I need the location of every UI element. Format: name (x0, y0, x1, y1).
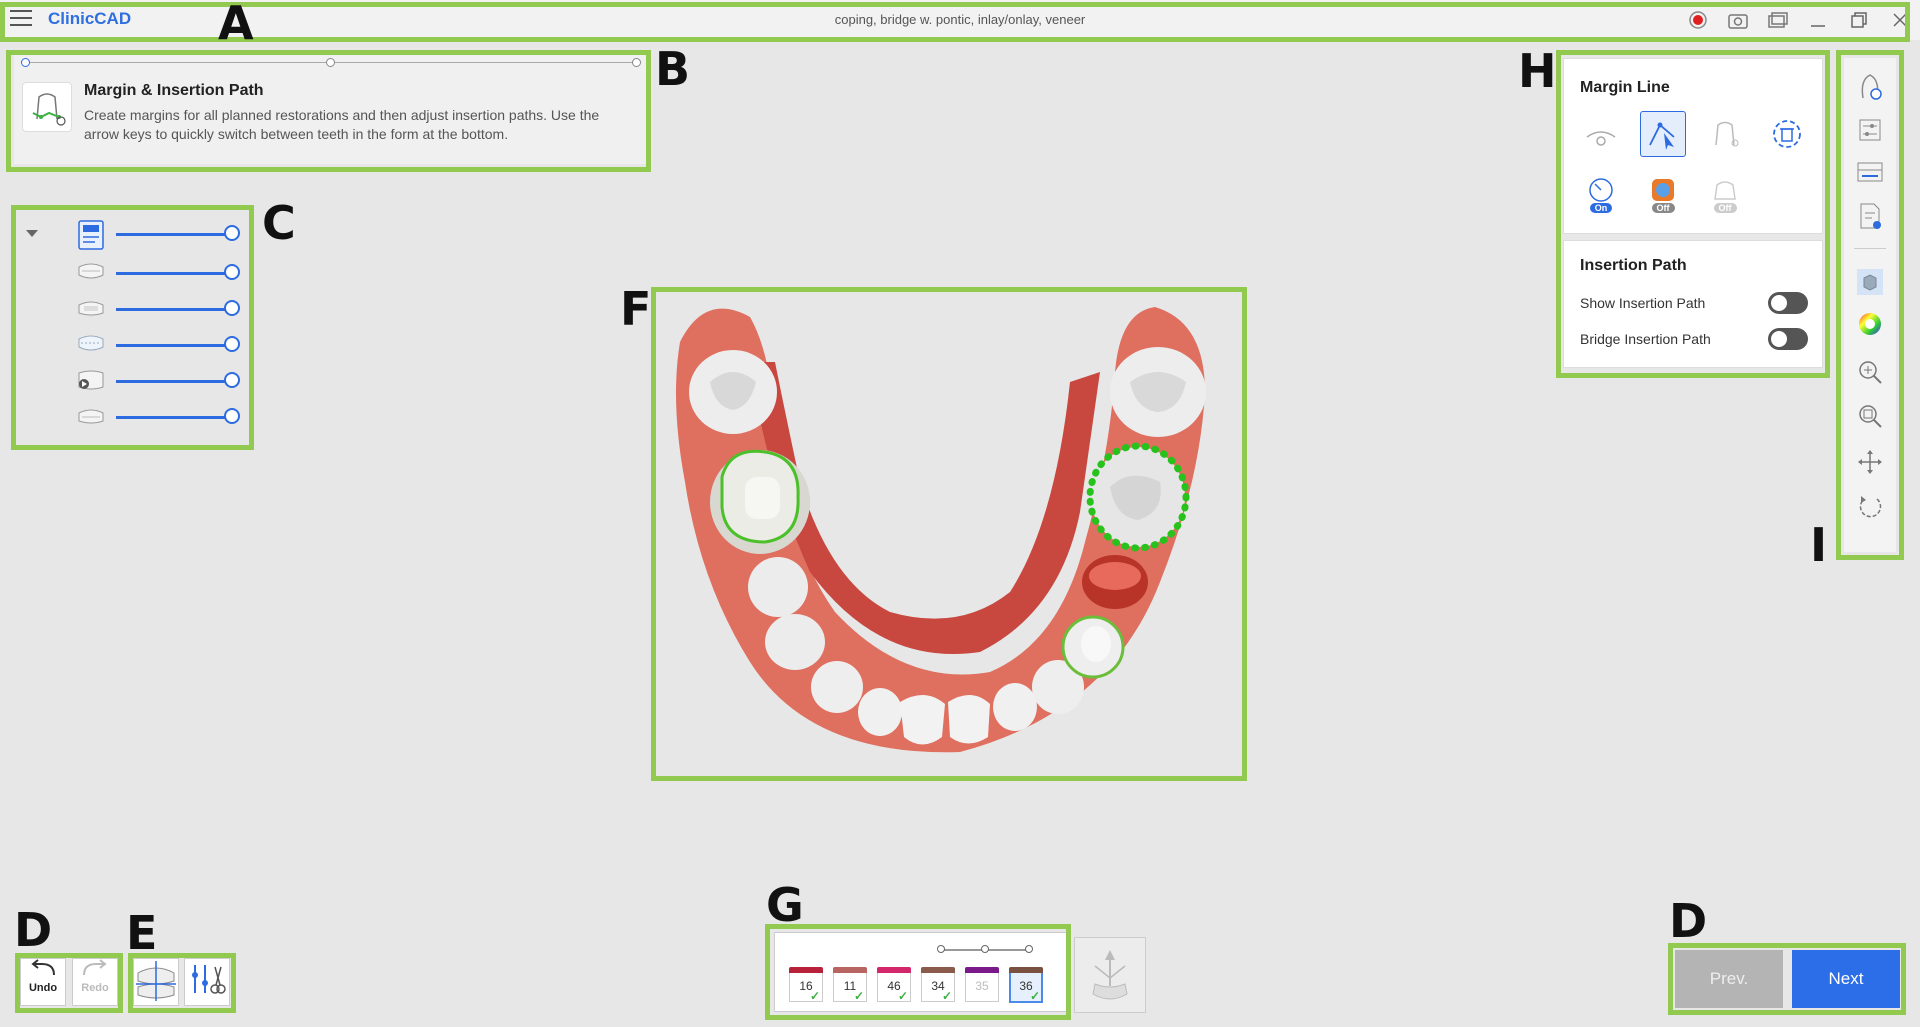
insertion-direction-button[interactable] (1074, 937, 1146, 1013)
annotation-label-d-right: D (1669, 894, 1708, 948)
annotation-label-h: H (1518, 44, 1557, 98)
annotation-box-d-right (1668, 943, 1906, 1015)
annotation-box-a (0, 2, 1910, 42)
annotation-label-g: G (766, 878, 804, 932)
annotation-box-g (765, 924, 1071, 1020)
annotation-box-d-left (15, 953, 123, 1013)
annotation-label-f: F (620, 282, 652, 336)
annotation-label-i: I (1810, 518, 1828, 572)
annotation-box-c (11, 205, 254, 450)
annotation-label-e: E (126, 906, 158, 960)
annotation-box-f (651, 287, 1247, 781)
insertion-direction-icon (1092, 950, 1128, 1000)
annotation-label-a: A (218, 0, 254, 50)
annotation-label-b: B (655, 42, 691, 96)
annotation-box-h (1556, 50, 1830, 378)
annotation-box-e (128, 953, 236, 1013)
annotation-box-i (1836, 50, 1904, 560)
annotation-label-d-left: D (14, 903, 53, 957)
annotation-box-b (6, 50, 651, 172)
annotation-label-c: C (262, 196, 296, 250)
